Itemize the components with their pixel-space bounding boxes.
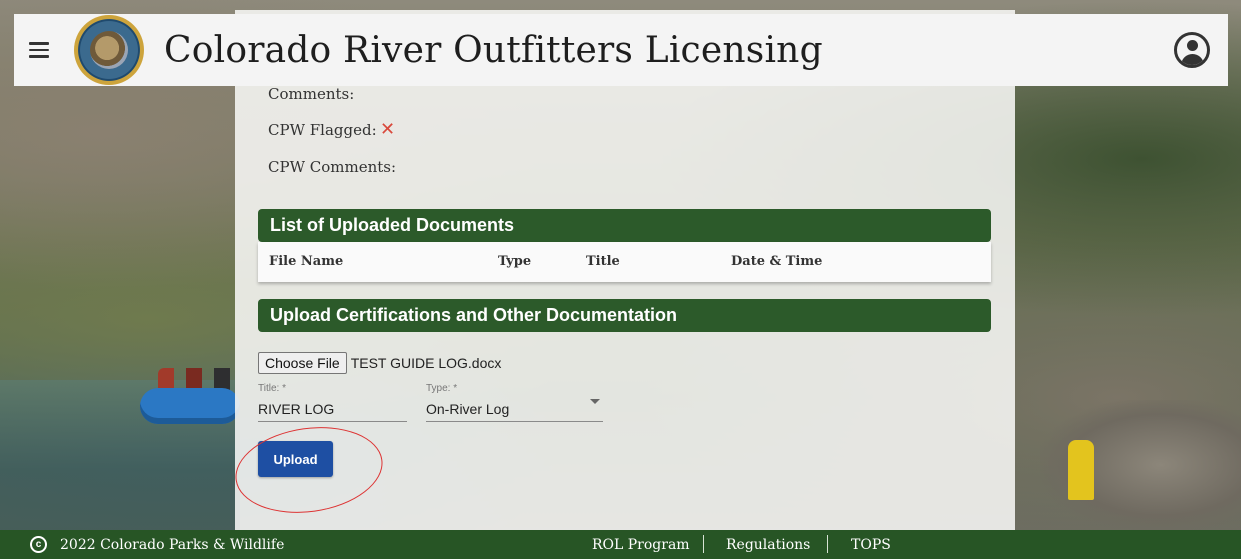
file-chooser: Choose File TEST GUIDE LOG.docx [258,352,501,374]
type-select[interactable]: On-River Log [426,401,509,417]
dropdown-caret-icon[interactable] [590,399,600,404]
comments-label: Comments: [268,85,355,103]
background-raft [140,388,240,424]
footer-link-tops[interactable]: TOPS [851,537,891,553]
footer-divider [703,535,704,553]
copyright-icon: c [30,536,47,553]
cpw-comments-label: CPW Comments: [268,158,397,176]
cpw-flagged-label: CPW Flagged: [268,121,377,139]
uploaded-documents-header: List of Uploaded Documents [258,209,991,242]
site-footer: c 2022 Colorado Parks & Wildlife ROL Pro… [0,530,1241,559]
cpw-logo [74,15,144,85]
uploaded-documents-table: File Name Type Title Date & Time [258,242,991,282]
account-circle-icon[interactable] [1174,32,1210,68]
hamburger-menu-icon[interactable] [14,14,64,86]
upload-documents-header: Upload Certifications and Other Document… [258,299,991,332]
title-input[interactable]: RIVER LOG [258,401,334,417]
type-field-label: Type: * [426,383,458,394]
footer-divider [827,535,828,553]
close-x-icon: ✕ [380,119,396,140]
column-header-type: Type [498,254,532,269]
copyright-text: 2022 Colorado Parks & Wildlife [60,537,285,553]
type-select-underline [426,421,603,422]
footer-link-rol-program[interactable]: ROL Program [592,537,690,553]
app-header: Colorado River Outfitters Licensing [14,14,1228,86]
column-header-date-time: Date & Time [731,254,823,269]
title-field-label: Title: * [258,383,286,394]
app-title: Colorado River Outfitters Licensing [164,29,823,71]
footer-link-regulations[interactable]: Regulations [726,537,810,553]
column-header-title: Title [586,254,620,269]
background-person [1068,440,1094,500]
title-input-underline [258,421,407,422]
column-header-file-name: File Name [269,254,344,269]
selected-file-name: TEST GUIDE LOG.docx [350,355,502,371]
choose-file-button[interactable]: Choose File [258,352,347,374]
